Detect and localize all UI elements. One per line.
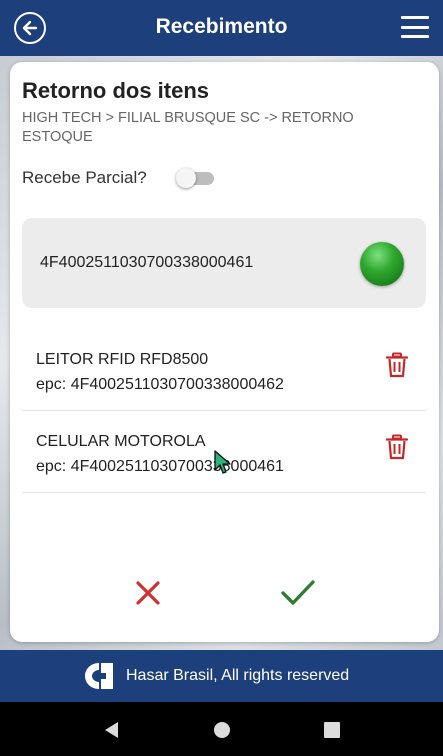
trash-icon[interactable] bbox=[386, 352, 408, 378]
item-epc: epc: 4F4002511030700338000461 bbox=[36, 458, 284, 475]
footer: Hasar Brasil, All rights reserved bbox=[0, 650, 443, 702]
receipt-card: Retorno dos itens HIGH TECH > FILIAL BRU… bbox=[10, 62, 439, 642]
status-indicator-icon bbox=[360, 242, 404, 286]
hamburger-menu-icon[interactable] bbox=[401, 16, 429, 38]
partial-receipt-toggle[interactable] bbox=[176, 168, 218, 188]
item-epc: epc: 4F4002511030700338000462 bbox=[36, 376, 284, 393]
breadcrumb: HIGH TECH > FILIAL BRUSQUE SC -> RETORNO… bbox=[22, 110, 354, 145]
page-title: Recebimento bbox=[155, 15, 288, 38]
nav-recents-icon[interactable] bbox=[322, 720, 342, 740]
list-item: LEITOR RFID RFD8500 epc: 4F4002511030700… bbox=[22, 330, 426, 411]
nav-back-icon[interactable] bbox=[102, 720, 122, 740]
section-heading: Retorno dos itens bbox=[22, 78, 210, 103]
android-nav-bar bbox=[0, 702, 443, 756]
close-icon bbox=[136, 581, 160, 605]
footer-text: Hasar Brasil, All rights reserved bbox=[126, 667, 350, 684]
partial-receipt-label: Recebe Parcial? bbox=[22, 168, 147, 187]
hasar-logo-icon bbox=[85, 663, 113, 689]
trash-icon[interactable] bbox=[386, 434, 408, 460]
checkmark-icon bbox=[281, 580, 315, 605]
scan-box: 4F4002511030700338000461 bbox=[22, 218, 426, 308]
mouse-cursor-icon bbox=[214, 450, 231, 474]
cancel-button[interactable] bbox=[128, 576, 168, 610]
nav-home-icon[interactable] bbox=[212, 720, 232, 740]
scanned-code: 4F4002511030700338000461 bbox=[40, 254, 254, 271]
app-header: Recebimento bbox=[0, 0, 443, 56]
item-name: CELULAR MOTOROLA bbox=[36, 433, 206, 450]
confirm-button[interactable] bbox=[278, 576, 318, 610]
toggle-thumb bbox=[176, 168, 196, 188]
item-name: LEITOR RFID RFD8500 bbox=[36, 351, 209, 368]
